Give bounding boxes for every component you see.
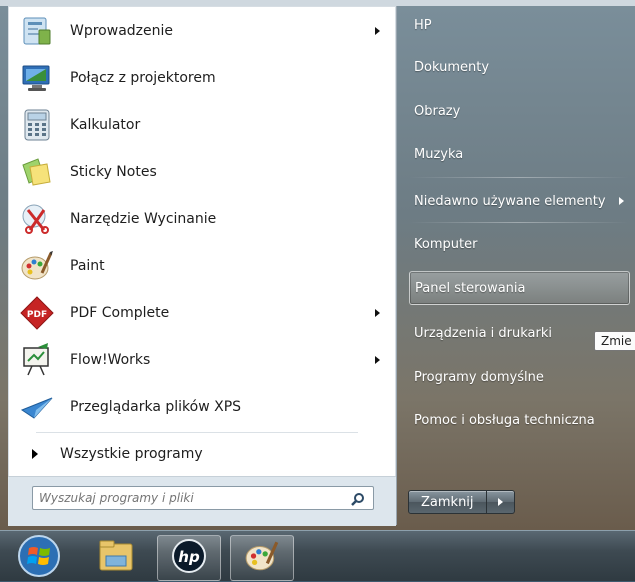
shutdown-group: Zamknij <box>408 490 515 514</box>
start-menu: Wprowadzenie Połącz z projektorem Kalkul… <box>0 6 635 530</box>
separator <box>409 222 629 223</box>
xps-viewer-icon <box>18 388 56 426</box>
right-item-control-panel[interactable]: Panel sterowania <box>409 271 630 305</box>
submenu-arrow-icon <box>375 309 380 317</box>
program-item-xps-viewer[interactable]: Przeglądarka plików XPS <box>10 384 394 430</box>
program-item-paint[interactable]: Paint <box>10 243 394 289</box>
hp-logo-icon: hp <box>171 538 207 578</box>
taskbar: hp <box>0 530 635 581</box>
all-programs-label: Wszystkie programy <box>60 446 203 462</box>
right-item-label: Obrazy <box>414 103 461 119</box>
right-item-label: Panel sterowania <box>415 280 526 296</box>
taskbar-paint-button[interactable] <box>230 535 294 581</box>
taskbar-hp-button[interactable]: hp <box>157 535 221 581</box>
search-box[interactable] <box>32 486 374 510</box>
right-item-hp[interactable]: HP <box>409 6 630 44</box>
calculator-icon <box>18 106 56 144</box>
program-item-sticky-notes[interactable]: Sticky Notes <box>10 149 394 195</box>
program-item-projector[interactable]: Połącz z projektorem <box>10 55 394 101</box>
program-item-snipping-tool[interactable]: Narzędzie Wycinanie <box>10 196 394 242</box>
right-item-pictures[interactable]: Obrazy <box>409 92 630 130</box>
taskbar-explorer-button[interactable] <box>84 535 148 581</box>
search-icon[interactable] <box>351 491 365 506</box>
right-item-computer[interactable]: Komputer <box>409 225 630 263</box>
right-item-label: Urządzenia i drukarki <box>414 325 553 341</box>
shutdown-options-button[interactable] <box>486 490 515 514</box>
arrow-right-icon <box>497 498 503 506</box>
right-item-recent-items[interactable]: Niedawno używane elementy <box>409 182 630 220</box>
submenu-arrow-icon <box>375 356 380 364</box>
separator <box>409 177 629 178</box>
windows-start-orb-icon <box>17 534 61 582</box>
right-item-help-support[interactable]: Pomoc i obsługa techniczna <box>409 401 630 439</box>
submenu-arrow-icon <box>375 27 380 35</box>
sticky-notes-icon <box>18 153 56 191</box>
right-item-label: Pomoc i obsługa techniczna <box>414 412 595 428</box>
right-item-music[interactable]: Muzyka <box>409 135 630 173</box>
right-item-default-programs[interactable]: Programy domyślne <box>409 358 630 396</box>
programs-pane: Wprowadzenie Połącz z projektorem Kalkul… <box>8 6 397 525</box>
separator <box>36 432 358 433</box>
program-label: Sticky Notes <box>70 164 157 180</box>
program-label: Wprowadzenie <box>70 23 173 39</box>
svg-text:hp: hp <box>178 548 200 566</box>
program-item-pdf-complete[interactable]: PDF PDF Complete <box>10 290 394 336</box>
right-item-documents[interactable]: Dokumenty <box>409 48 630 86</box>
program-item-wprowadzenie[interactable]: Wprowadzenie <box>10 8 394 54</box>
tooltip: Zmie <box>594 331 635 351</box>
program-label: Połącz z projektorem <box>70 70 216 86</box>
projector-icon <box>18 59 56 97</box>
all-programs-button[interactable]: Wszystkie programy <box>10 439 394 469</box>
right-item-label: Muzyka <box>414 146 464 162</box>
program-label: Paint <box>70 258 105 274</box>
paint-icon <box>244 538 280 578</box>
right-item-label: HP <box>414 17 432 33</box>
search-input[interactable] <box>39 491 339 505</box>
getting-started-icon <box>18 12 56 50</box>
file-explorer-icon <box>96 538 136 578</box>
start-button[interactable] <box>4 535 74 581</box>
flowworks-icon <box>18 341 56 379</box>
snipping-tool-icon <box>18 200 56 238</box>
svg-text:PDF: PDF <box>27 310 47 320</box>
program-item-flowworks[interactable]: Flow!Works <box>10 337 394 383</box>
paint-icon <box>18 247 56 285</box>
shutdown-button[interactable]: Zamknij <box>408 490 487 514</box>
program-label: Przeglądarka plików XPS <box>70 399 242 415</box>
right-item-label: Programy domyślne <box>414 369 544 385</box>
search-area <box>8 476 396 526</box>
submenu-arrow-icon <box>619 197 624 205</box>
program-label: Flow!Works <box>70 352 151 368</box>
program-label: PDF Complete <box>70 305 170 321</box>
program-item-calculator[interactable]: Kalkulator <box>10 102 394 148</box>
program-label: Narzędzie Wycinanie <box>70 211 217 227</box>
right-item-label: Komputer <box>414 236 478 252</box>
program-label: Kalkulator <box>70 117 141 133</box>
right-item-label: Dokumenty <box>414 59 490 75</box>
right-item-label: Niedawno używane elementy <box>414 193 606 209</box>
arrow-right-icon <box>32 449 38 459</box>
pdf-complete-icon: PDF <box>18 294 56 332</box>
